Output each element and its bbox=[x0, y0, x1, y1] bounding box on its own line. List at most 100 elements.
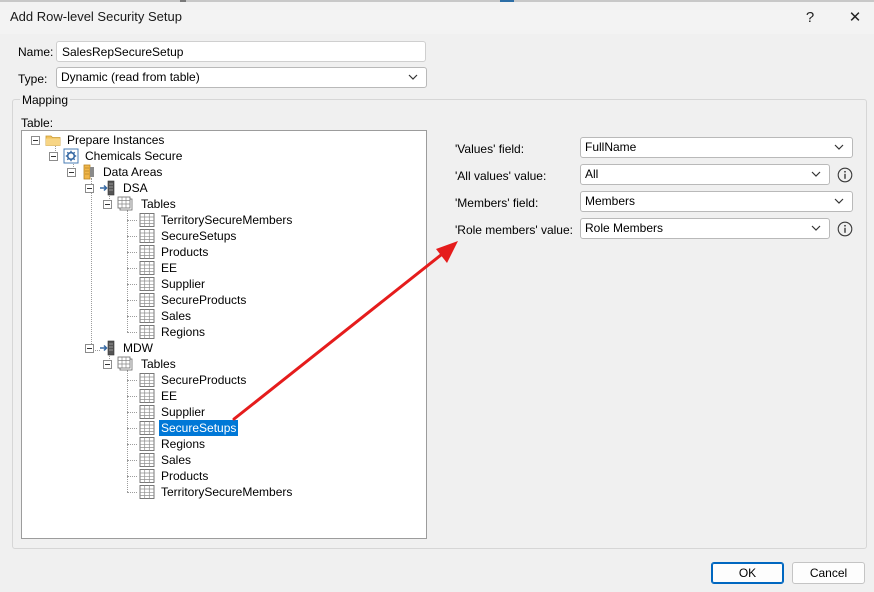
tree-leaf-table[interactable]: Regions bbox=[159, 436, 207, 452]
tree-line bbox=[127, 396, 137, 397]
table-icon bbox=[139, 325, 155, 339]
cancel-button[interactable]: Cancel bbox=[792, 562, 865, 584]
tree-leaf-table[interactable]: EE bbox=[159, 388, 179, 404]
tree-line bbox=[127, 300, 137, 301]
tree-line bbox=[127, 370, 128, 492]
table-icon bbox=[139, 277, 155, 291]
type-label: Type: bbox=[18, 72, 48, 86]
tree-line bbox=[127, 428, 137, 429]
data-area-icon bbox=[100, 340, 115, 356]
tree-line bbox=[127, 316, 137, 317]
tree-node-data-areas[interactable]: Data Areas bbox=[101, 164, 164, 180]
values-field-label: 'Values' field: bbox=[455, 142, 525, 156]
tree-line bbox=[127, 380, 137, 381]
collapse-toggle[interactable] bbox=[103, 360, 112, 369]
collapse-toggle[interactable] bbox=[85, 184, 94, 193]
tree-leaf-table[interactable]: TerritorySecureMembers bbox=[159, 484, 294, 500]
tree-node-root[interactable]: Prepare Instances bbox=[65, 132, 166, 148]
collapse-toggle[interactable] bbox=[103, 200, 112, 209]
tree-line bbox=[127, 332, 137, 333]
members-field-value: Members bbox=[585, 194, 636, 208]
members-field-select[interactable]: Members bbox=[580, 191, 853, 212]
type-select-value: Dynamic (read from table) bbox=[61, 70, 200, 84]
tree-leaf-table[interactable]: Regions bbox=[159, 324, 207, 340]
tree-node-mdw-tables[interactable]: Tables bbox=[139, 356, 178, 372]
tree-leaf-table[interactable]: Supplier bbox=[159, 276, 207, 292]
chevron-down-icon bbox=[811, 171, 821, 177]
chevron-down-icon bbox=[834, 198, 844, 204]
all-values-combo[interactable]: All bbox=[580, 164, 830, 185]
title-bar: Add Row-level Security Setup ? ✕ bbox=[0, 0, 874, 34]
tree-leaf-table[interactable]: SecureProducts bbox=[159, 292, 248, 308]
tree-line bbox=[127, 252, 137, 253]
ok-button[interactable]: OK bbox=[711, 562, 784, 584]
table-icon bbox=[139, 469, 155, 483]
info-icon[interactable] bbox=[837, 221, 853, 237]
collapse-toggle[interactable] bbox=[85, 344, 94, 353]
table-icon bbox=[139, 245, 155, 259]
table-icon bbox=[139, 421, 155, 435]
tree-line bbox=[127, 492, 137, 493]
tree-line bbox=[127, 236, 137, 237]
tree-line bbox=[127, 268, 137, 269]
data-area-icon bbox=[100, 180, 115, 196]
tree-line bbox=[127, 460, 137, 461]
all-values-value: All bbox=[585, 167, 599, 181]
role-members-label: 'Role members' value: bbox=[455, 223, 573, 237]
table-icon bbox=[139, 373, 155, 387]
tree-line bbox=[91, 178, 92, 350]
tree-line bbox=[127, 476, 137, 477]
chevron-down-icon bbox=[811, 225, 821, 231]
collapse-toggle[interactable] bbox=[49, 152, 58, 161]
tree-line bbox=[127, 284, 137, 285]
table-icon bbox=[139, 213, 155, 227]
all-values-label: 'All values' value: bbox=[455, 169, 547, 183]
tree-leaf-table[interactable]: Supplier bbox=[159, 404, 207, 420]
table-icon bbox=[139, 389, 155, 403]
table-icon bbox=[139, 261, 155, 275]
tree-line bbox=[127, 220, 137, 221]
type-select[interactable]: Dynamic (read from table) bbox=[56, 67, 427, 88]
table-icon bbox=[139, 453, 155, 467]
close-icon: ✕ bbox=[848, 9, 862, 26]
background-mark bbox=[180, 0, 186, 2]
tree-line bbox=[127, 444, 137, 445]
tree-leaf-table[interactable]: Sales bbox=[159, 308, 193, 324]
info-icon[interactable] bbox=[837, 167, 853, 183]
help-button[interactable]: ? bbox=[797, 6, 823, 28]
background-mark-accent bbox=[500, 0, 514, 2]
tree-leaf-table[interactable]: Products bbox=[159, 468, 210, 484]
background-window-strip bbox=[0, 0, 874, 2]
tree-node-mdw[interactable]: MDW bbox=[121, 340, 155, 356]
tree-node-dsa[interactable]: DSA bbox=[121, 180, 150, 196]
tree-node-project[interactable]: Chemicals Secure bbox=[83, 148, 184, 164]
tree-node-dsa-tables[interactable]: Tables bbox=[139, 196, 178, 212]
tree-leaf-table[interactable]: SecureProducts bbox=[159, 372, 248, 388]
members-field-label: 'Members' field: bbox=[455, 196, 539, 210]
collapse-toggle[interactable] bbox=[31, 136, 40, 145]
collapse-toggle[interactable] bbox=[67, 168, 76, 177]
table-tree[interactable]: Prepare Instances Chemicals Secure Data … bbox=[21, 130, 427, 539]
table-icon bbox=[139, 405, 155, 419]
tree-line bbox=[127, 210, 128, 332]
gear-icon bbox=[63, 148, 79, 164]
table-label: Table: bbox=[21, 116, 54, 130]
tree-leaf-table[interactable]: TerritorySecureMembers bbox=[159, 212, 294, 228]
tree-leaf-table[interactable]: Products bbox=[159, 244, 210, 260]
tree-leaf-table[interactable]: EE bbox=[159, 260, 179, 276]
role-members-combo[interactable]: Role Members bbox=[580, 218, 830, 239]
values-field-select[interactable]: FullName bbox=[580, 137, 853, 158]
tables-folder-icon bbox=[117, 356, 133, 371]
window-title: Add Row-level Security Setup bbox=[10, 9, 182, 24]
folder-icon bbox=[45, 135, 61, 146]
help-icon: ? bbox=[805, 8, 815, 26]
tree-leaf-table[interactable]: SecureSetups bbox=[159, 228, 238, 244]
tree-leaf-table-selected[interactable]: SecureSetups bbox=[159, 420, 239, 436]
table-icon bbox=[139, 309, 155, 323]
name-field[interactable] bbox=[56, 41, 426, 62]
tables-folder-icon bbox=[117, 196, 133, 211]
chevron-down-icon bbox=[408, 74, 418, 80]
table-icon bbox=[139, 293, 155, 307]
close-button[interactable]: ✕ bbox=[842, 6, 868, 28]
tree-leaf-table[interactable]: Sales bbox=[159, 452, 193, 468]
